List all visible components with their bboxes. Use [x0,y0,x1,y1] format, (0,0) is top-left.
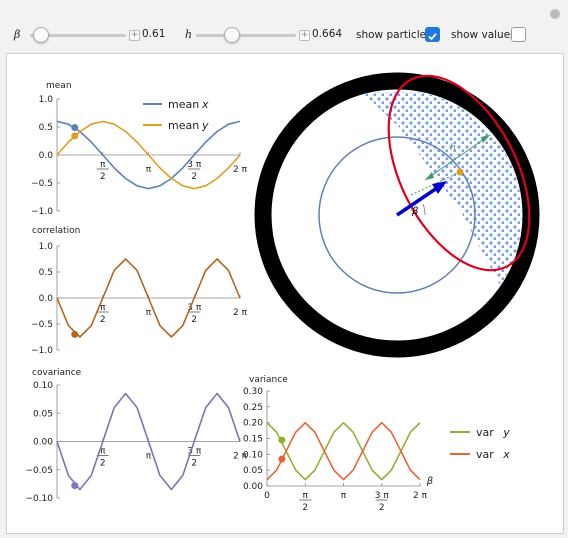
covariance-x-tick-label: π [146,452,152,462]
mean-chart-title: mean [46,81,72,91]
variance-y-tick-label: 0.30 [243,387,263,397]
variance-legend-var-1: x [502,448,510,461]
mean-marker-1 [71,132,79,140]
beta-angle-arc [422,203,426,216]
correlation-x-tick-label-denominator: 2 [191,315,197,325]
variance-series-line-0 [266,421,421,481]
h-arrowhead-left [425,172,434,180]
variance-y-tick-label: 0.25 [243,403,263,413]
variance-x-tick-label: π [341,491,347,501]
mean-y-tick-label: 1.0 [39,95,54,105]
covariance-chart-title: covariance [32,368,82,378]
mean-x-tick-label: 2 π [233,165,248,175]
variance-series-line-1 [266,421,421,481]
mean-legend-label-1: mean [168,119,199,132]
mean-x-tick-label: π [100,160,106,170]
variance-x-tick-label: π [303,491,309,501]
variance-y-tick-label: 0.20 [243,419,263,429]
mean-legend-label-0: mean [168,98,199,111]
covariance-y-tick-label: 0.00 [33,438,53,448]
variance-marker-1 [278,455,286,463]
variance-y-tick-label: 0.00 [243,482,263,492]
variance-x-tick-label: 0 [264,491,270,501]
h-segment-label: h [450,143,456,153]
mean-y-tick-label: −1.0 [31,207,53,217]
correlation-y-tick-label: −0.5 [31,320,53,330]
variance-y-tick-label: 0.10 [243,450,263,460]
variance-legend-label-0: var [476,426,494,439]
variance-legend-label-1: var [476,448,494,461]
covariance-y-tick-label: −0.05 [25,466,53,476]
correlation-y-tick-label: 0.0 [39,294,54,304]
mean-y-tick-label: 0.0 [39,151,54,161]
correlation-y-tick-label: 0.5 [39,268,53,278]
mean-marker-0 [71,124,79,132]
mean-x-tick-label-denominator: 2 [100,172,106,182]
variance-chart-title: variance [249,375,288,385]
beta-angle-label: β [411,206,419,217]
variance-x-tick-label: 2 π [413,491,428,501]
correlation-x-tick-label: 2 π [233,308,248,318]
variance-x-tick-label: 3 π [375,491,390,501]
correlation-marker-0 [71,330,79,338]
mean-x-tick-label: π [146,165,152,175]
correlation-x-tick-label: π [146,308,152,318]
mean-legend-var-0: x [201,98,209,111]
variance-legend-var-0: y [502,426,510,439]
variance-x-tick-label-denominator: 2 [302,503,308,513]
correlation-y-tick-label: −1.0 [31,346,53,356]
covariance-x-tick-label-denominator: 2 [191,459,197,469]
circle-diagram: h β [254,72,540,358]
covariance-x-tick-label-denominator: 2 [100,459,106,469]
covariance-y-tick-label: 0.10 [33,381,53,391]
correlation-x-tick-label-denominator: 2 [100,315,106,325]
mean-y-tick-label: −0.5 [31,179,53,189]
mean-x-tick-label-denominator: 2 [191,172,197,182]
mean-y-tick-label: 0.5 [39,123,53,133]
variance-marker-0 [278,436,286,444]
covariance-marker-0 [71,482,79,490]
mean-legend-var-1: y [201,119,209,132]
variance-x-axis-label: β [426,476,434,487]
covariance-y-tick-label: 0.05 [33,409,53,419]
mean-point [456,168,464,176]
variance-x-tick-label-denominator: 2 [379,503,385,513]
correlation-chart-title: correlation [32,226,80,236]
variance-y-tick-label: 0.05 [243,466,263,476]
variance-y-tick-label: 0.15 [243,435,263,445]
visualization: mean 1.0 0.5 0.0 −0.5 −1.0 π 2 π 3 π 2 2 π correlati… [25,72,540,513]
covariance-y-tick-label: −0.10 [25,494,53,504]
correlation-y-tick-label: 1.0 [39,242,54,252]
